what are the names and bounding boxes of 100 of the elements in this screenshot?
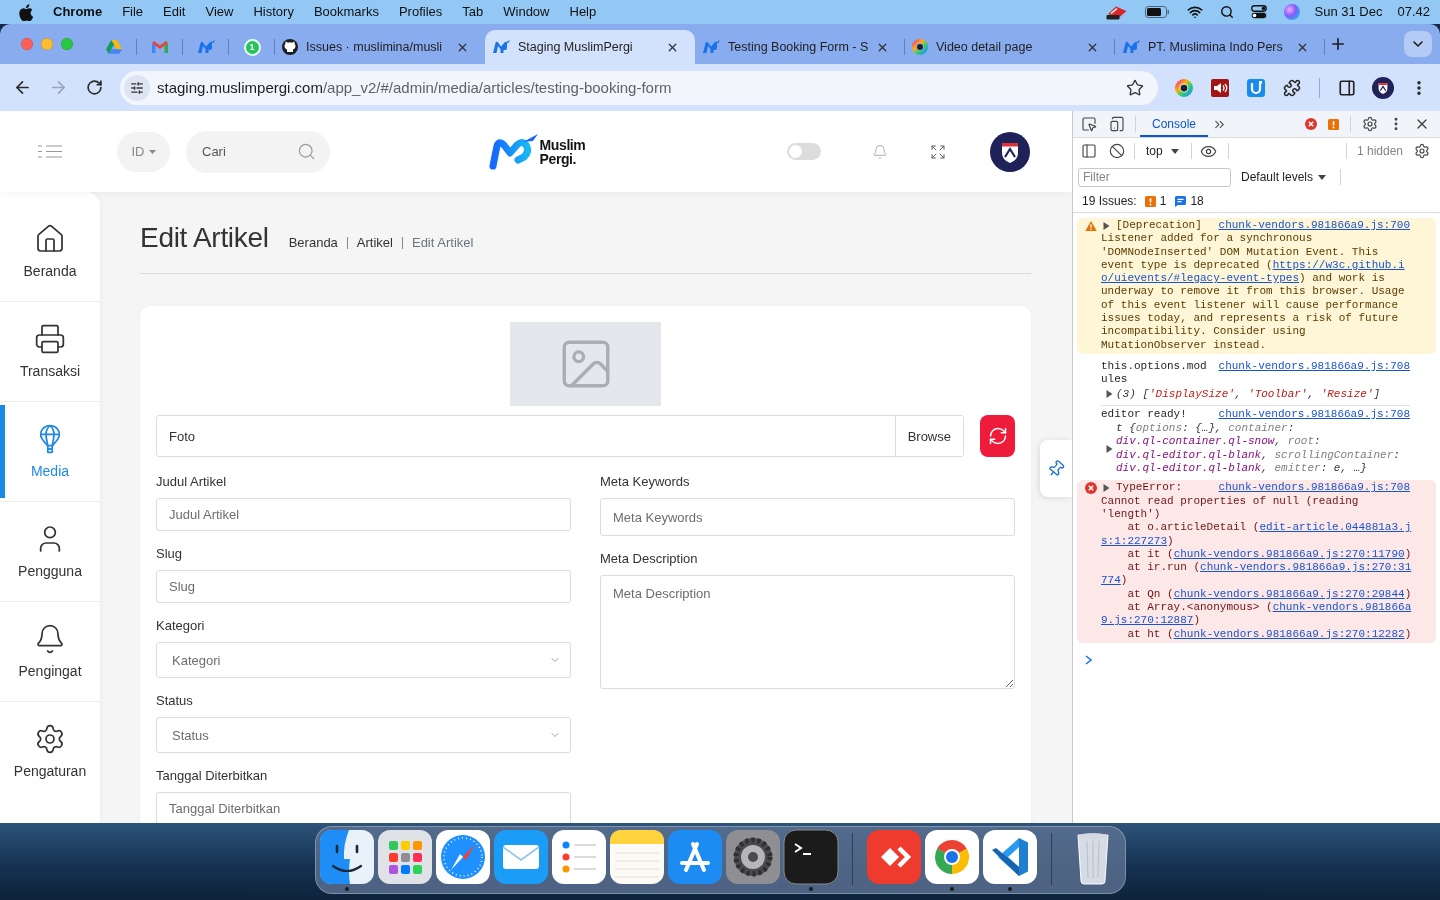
status-app-icon[interactable] [1105, 4, 1128, 20]
puzzle-icon[interactable] [1283, 78, 1301, 97]
menu-item[interactable]: File [112, 4, 154, 20]
search-field[interactable]: Cari [186, 130, 330, 173]
input-field[interactable]: Judul Artikel [156, 498, 571, 531]
stack-link[interactable]: o/uievents/#legacy-event-types [1101, 272, 1300, 285]
menu-item[interactable]: Window [493, 4, 560, 20]
menu-item[interactable]: History [243, 4, 304, 20]
input-field[interactable]: Tanggal Diterbitkan [156, 792, 571, 823]
stack-link[interactable]: chunk-vendors.981866a9.js:270:29844 [1173, 587, 1405, 600]
apple-logo-icon[interactable] [19, 3, 33, 21]
smiling-face-icon[interactable] [318, 829, 375, 885]
profile-avatar[interactable] [1372, 76, 1394, 99]
sidebar-toggle-icon[interactable] [1081, 143, 1097, 159]
triangle-right-icon[interactable] [1103, 484, 1110, 492]
breadcrumb-item[interactable]: Artikel [356, 235, 393, 250]
levels-dropdown[interactable]: Default levels [1241, 170, 1327, 184]
stack-link[interactable]: https://w3c.github.i [1272, 258, 1405, 271]
triangle-right-icon[interactable] [1106, 390, 1113, 399]
triangle-right-icon[interactable] [1106, 444, 1113, 453]
browser-tab[interactable]: PT. Muslimina Indo Pers [1115, 30, 1325, 64]
theme-switch[interactable] [787, 143, 821, 160]
inspect-icon[interactable] [1081, 116, 1097, 132]
compass-icon[interactable] [434, 829, 491, 885]
site-info-button[interactable] [124, 74, 150, 101]
source-link[interactable]: chunk-vendors.981866a9.js:708 [1210, 407, 1410, 422]
textarea-field[interactable]: Meta Description [600, 575, 1015, 689]
devtools-tab[interactable]: Console [1140, 111, 1209, 137]
fullscreen-icon[interactable] [930, 143, 946, 160]
terminal-icon[interactable] [782, 829, 839, 885]
clock-date[interactable]: Sun 31 Dec [1314, 4, 1383, 20]
stack-link[interactable]: chunk-vendors.981866a9.js:270:31 [1200, 561, 1412, 574]
stack-link[interactable]: chunk-vendors.981866a9.js:270:11790 [1173, 547, 1405, 560]
menu-item[interactable]: Edit [153, 4, 196, 20]
stack-link[interactable]: edit-article.044881a3.j [1259, 521, 1412, 534]
address-bar[interactable]: staging.muslimpergi.com/app_v2/#/admin/media/articles/testing-booking-form [120, 70, 1158, 105]
browse-button[interactable]: Browse [894, 416, 963, 456]
menu-item[interactable]: Bookmarks [303, 4, 389, 20]
file-input[interactable]: Foto Browse [156, 415, 964, 457]
sidebar-item[interactable]: Pengaturan [0, 702, 100, 802]
menu-item[interactable]: Tab [452, 4, 494, 20]
issue-counter[interactable]: 1 [1144, 194, 1167, 208]
triangle-right-icon[interactable] [1103, 221, 1110, 230]
refresh-button[interactable] [980, 415, 1015, 457]
stack-link[interactable]: s:1:227273 [1101, 534, 1167, 547]
ribbon-logo-icon[interactable] [981, 829, 1038, 885]
stack-link[interactable]: 9.js:270:12887 [1101, 614, 1194, 627]
gear-icon[interactable] [724, 829, 781, 885]
input-field[interactable]: Meta Keywords [600, 498, 1015, 536]
settings-icon[interactable] [1362, 116, 1378, 132]
speaker-icon[interactable] [1211, 78, 1229, 97]
select-field[interactable]: Kategori [156, 642, 571, 678]
clock-time[interactable]: 07.42 [1397, 4, 1430, 20]
menu-item[interactable]: Help [559, 4, 607, 20]
source-link[interactable]: chunk-vendors.981866a9.js:708 [1210, 481, 1410, 495]
stack-link[interactable]: chunk-vendors.981866a [1272, 601, 1412, 613]
app-menu[interactable]: Chrome [43, 4, 113, 20]
diamond-chevron-icon[interactable] [865, 829, 922, 885]
breadcrumb-item[interactable]: Beranda [288, 235, 338, 250]
bookmark-star-icon[interactable] [1126, 78, 1144, 97]
extension-logo-icon[interactable] [1247, 78, 1265, 97]
wifi-icon[interactable] [1186, 4, 1203, 20]
pin-button[interactable] [1040, 440, 1072, 497]
device-icon[interactable] [1109, 116, 1125, 132]
input-field[interactable]: Slug [156, 570, 571, 603]
sidebar-item[interactable]: Pengingat [0, 602, 100, 702]
stack-link[interactable]: 774 [1101, 574, 1121, 587]
sidebar-item[interactable]: Media [0, 402, 100, 502]
filter-field[interactable]: Filter [1078, 167, 1231, 187]
issue-counter[interactable]: 18 [1175, 194, 1204, 208]
object-preview[interactable]: t {options: {…}, container: div.ql-container.ql-snow, root: div.ql-editor.ql-blank, scrollingContainer: div.ql-editor.ql-blank, emitter: e, …} [1116, 422, 1400, 476]
sidebar-item[interactable]: Pengguna [0, 502, 100, 602]
app-grid-icon[interactable] [376, 829, 433, 885]
object-preview[interactable]: (3) ['DisplaySize', 'Toolbar', 'Resize'] [1116, 387, 1381, 401]
avatar[interactable] [990, 131, 1030, 172]
menu-icon[interactable] [38, 145, 62, 158]
envelope-icon[interactable] [492, 829, 549, 885]
browser-tab[interactable]: Issues · muslimina/musli [275, 30, 485, 64]
toggles-icon[interactable] [1250, 5, 1267, 19]
side-panel-icon[interactable] [1338, 78, 1356, 97]
pencil-ruler-icon[interactable] [666, 829, 723, 885]
prompt-chevron-icon[interactable] [1085, 654, 1092, 665]
browser-tab[interactable]: Video detail page [905, 30, 1115, 64]
battery-icon[interactable] [1144, 6, 1170, 18]
clear-icon[interactable] [1109, 143, 1125, 159]
tab-search-button[interactable] [1404, 31, 1432, 57]
checklist-icon[interactable] [550, 829, 607, 885]
source-link[interactable]: chunk-vendors.981866a9.js:700 [1210, 219, 1410, 233]
stack-link[interactable]: chunk-vendors.981866a9.js:270:12282 [1173, 627, 1405, 640]
browser-tab[interactable]: Staging MuslimPergi [485, 30, 695, 64]
context-dropdown[interactable]: top [1138, 140, 1187, 162]
sidebar-item[interactable]: Transaksi [0, 302, 100, 402]
settings-icon[interactable] [1414, 143, 1430, 159]
sidebar-item[interactable]: Beranda [0, 202, 100, 302]
notepad-icon[interactable] [608, 829, 665, 885]
reload-icon[interactable] [85, 79, 103, 96]
browser-tab[interactable]: Testing Booking Form - S [695, 30, 905, 64]
search-icon[interactable] [1219, 5, 1234, 19]
menu-item[interactable]: Profiles [388, 4, 453, 20]
source-link[interactable]: chunk-vendors.981866a9.js:708 [1210, 359, 1410, 374]
